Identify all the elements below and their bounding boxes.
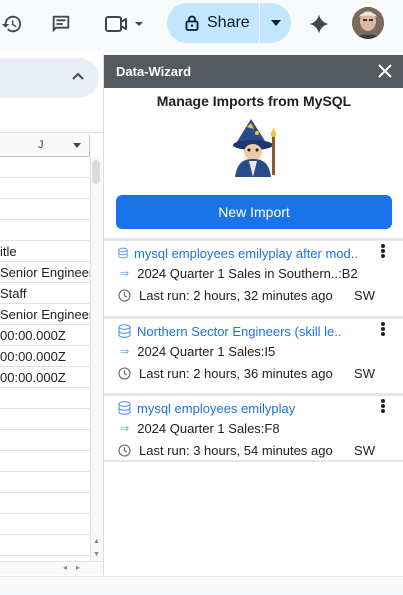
database-icon	[118, 247, 128, 259]
sheet-cell[interactable]: 00:00.000Z	[0, 325, 90, 346]
sheet-cell[interactable]: Senior Engineer	[0, 262, 90, 283]
share-options-button[interactable]	[260, 20, 291, 26]
collapse-toolbar-bar[interactable]	[0, 58, 99, 98]
top-toolbar: Share	[0, 0, 403, 50]
arrow-right-icon: ⇒	[120, 346, 130, 358]
sheet-cell[interactable]: 00:00.000Z	[0, 367, 90, 388]
import-title-row[interactable]: Northern Sector Engineers (skill le..	[118, 322, 358, 340]
share-button[interactable]: Share	[167, 3, 291, 43]
clock-icon	[118, 444, 131, 457]
sheet-cell[interactable]	[0, 514, 90, 535]
more-vert-icon[interactable]	[378, 320, 388, 338]
import-target-row: ⇒ 2024 Quarter 1 Sales:F8	[118, 421, 280, 436]
sheet-cell[interactable]: Staff	[0, 283, 90, 304]
sheet-cell[interactable]	[0, 388, 90, 409]
sheet-cell[interactable]: itle	[0, 241, 90, 262]
divider	[0, 132, 103, 133]
import-owner-initials: SW	[354, 443, 375, 458]
import-target-row: ⇒ 2024 Quarter 1 Sales in Southern..:B2	[118, 266, 358, 281]
clock-icon	[118, 289, 131, 302]
sheet-cell[interactable]	[0, 220, 90, 241]
sheet-tabs-bar	[0, 576, 403, 595]
gemini-sparkle-icon[interactable]	[307, 12, 331, 36]
database-icon	[118, 324, 131, 338]
sheet-cell[interactable]	[0, 199, 90, 220]
import-title-row[interactable]: mysql employees emilyplay	[118, 399, 358, 417]
avatar[interactable]	[352, 7, 384, 39]
scroll-down-arrow-icon[interactable]: ▼	[93, 551, 100, 558]
arrow-right-icon: ⇒	[120, 423, 130, 435]
more-vert-icon[interactable]	[378, 242, 388, 260]
share-main[interactable]: Share	[167, 3, 259, 43]
panel-heading: Manage Imports from MySQL	[156, 93, 352, 109]
import-target-row: ⇒ 2024 Quarter 1 Sales:I5	[118, 344, 275, 359]
column-letter: J	[38, 139, 44, 151]
new-import-button[interactable]: New Import	[116, 195, 392, 229]
meet-icon[interactable]	[104, 12, 146, 36]
scrollbar-thumb[interactable]	[92, 160, 100, 184]
import-last-run-row: Last run: 3 hours, 54 minutes ago	[118, 443, 333, 458]
share-label: Share	[207, 14, 250, 31]
sheet-cell[interactable]	[0, 451, 90, 472]
sheet-cell[interactable]	[0, 493, 90, 514]
app-window: Share J itle Senior Engineer Staff Senio…	[0, 0, 403, 595]
history-icon[interactable]	[0, 12, 24, 36]
import-title[interactable]: mysql employees emilyplay	[137, 401, 295, 416]
more-vert-icon[interactable]	[378, 397, 388, 415]
import-last-run: Last run: 2 hours, 32 minutes ago	[139, 288, 333, 303]
comment-icon[interactable]	[49, 12, 73, 36]
import-owner-initials: SW	[354, 366, 375, 381]
horizontal-scrollbar[interactable]: ◂ ▸	[0, 561, 103, 575]
import-last-run: Last run: 3 hours, 54 minutes ago	[139, 443, 333, 458]
scroll-right-arrow-icon[interactable]: ▸	[76, 563, 80, 572]
import-card[interactable]: mysql employees emilyplay after mod.. ⇒ 20…	[104, 238, 403, 306]
panel-title: Data-Wizard	[116, 64, 192, 79]
import-target: 2024 Quarter 1 Sales in Southern..:B2	[137, 266, 358, 281]
import-last-run-row: Last run: 2 hours, 36 minutes ago	[118, 366, 333, 381]
chevron-up-icon	[72, 72, 84, 80]
lock-icon	[185, 15, 199, 31]
import-card[interactable]: Northern Sector Engineers (skill le.. ⇒ 20…	[104, 316, 403, 384]
column-dropdown-icon[interactable]	[73, 143, 81, 148]
close-icon[interactable]	[376, 62, 394, 80]
column-header-j[interactable]: J	[0, 135, 90, 157]
import-title[interactable]: mysql employees emilyplay after mod..	[134, 246, 358, 261]
import-last-run: Last run: 2 hours, 36 minutes ago	[139, 366, 333, 381]
sheet-cell[interactable]	[0, 472, 90, 493]
panel-header: Data-Wizard	[104, 55, 403, 88]
scroll-left-arrow-icon[interactable]: ◂	[63, 563, 67, 572]
import-title[interactable]: Northern Sector Engineers (skill le..	[137, 324, 341, 339]
spreadsheet-area: J itle Senior Engineer Staff Senior Enginee…	[0, 50, 103, 595]
sheet-cell[interactable]	[0, 409, 90, 430]
import-last-run-row: Last run: 2 hours, 32 minutes ago	[118, 288, 333, 303]
sheet-cell[interactable]	[0, 178, 90, 199]
arrow-right-icon: ⇒	[120, 268, 130, 280]
wizard-logo-icon	[233, 119, 277, 177]
sheet-cell[interactable]	[0, 430, 90, 451]
clock-icon	[118, 367, 131, 380]
scroll-up-arrow-icon[interactable]: ▲	[93, 538, 100, 545]
data-wizard-panel: Data-Wizard Manage Imports from MySQL Ne…	[103, 55, 403, 576]
import-card[interactable]: mysql employees emilyplay ⇒ 2024 Quarter 1…	[104, 393, 403, 461]
import-target: 2024 Quarter 1 Sales:I5	[137, 344, 276, 359]
sheet-cell[interactable]: 00:00.000Z	[0, 346, 90, 367]
sheet-cell[interactable]: Senior Engineer	[0, 304, 90, 325]
import-target: 2024 Quarter 1 Sales:F8	[137, 421, 280, 436]
chevron-down-icon	[270, 20, 281, 26]
import-title-row[interactable]: mysql employees emilyplay after mod..	[118, 244, 358, 262]
sheet-cell[interactable]	[0, 535, 90, 556]
database-icon	[118, 401, 131, 415]
import-owner-initials: SW	[354, 288, 375, 303]
divider	[104, 460, 403, 462]
vertical-scrollbar[interactable]	[90, 157, 102, 570]
sheet-cell[interactable]	[0, 157, 90, 178]
